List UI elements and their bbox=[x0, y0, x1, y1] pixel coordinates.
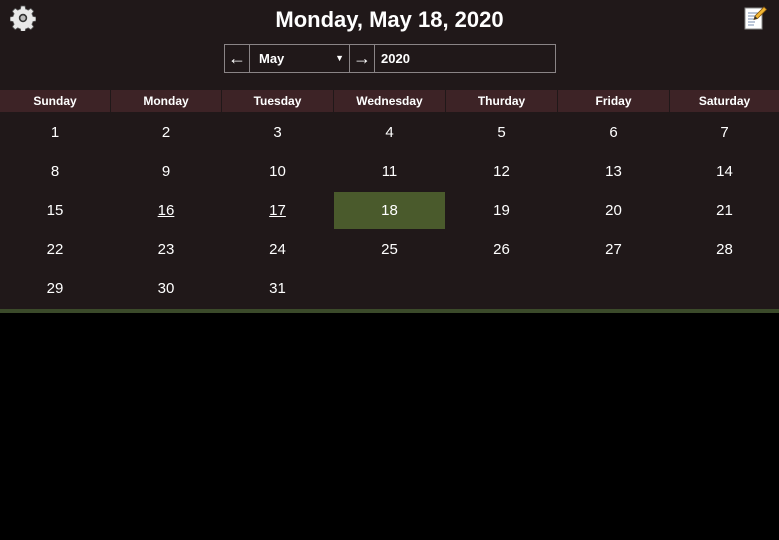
day-cell[interactable]: 19 bbox=[446, 192, 557, 229]
day-cell[interactable]: 30 bbox=[111, 270, 221, 307]
day-cell-selected[interactable]: 18 bbox=[334, 192, 445, 229]
weekday-header: Thurday bbox=[446, 90, 557, 112]
day-cell[interactable]: 6 bbox=[558, 114, 669, 151]
day-cell[interactable]: 13 bbox=[558, 153, 669, 190]
weekday-header: Wednesday bbox=[334, 90, 445, 112]
day-cell[interactable]: 15 bbox=[0, 192, 110, 229]
day-cell[interactable]: 20 bbox=[558, 192, 669, 229]
weekday-header: Tuesday bbox=[222, 90, 333, 112]
weekday-header-row: Sunday Monday Tuesday Wednesday Thurday Frida… bbox=[0, 90, 779, 112]
day-cell[interactable]: 17 bbox=[222, 192, 333, 229]
day-cell[interactable]: 7 bbox=[670, 114, 779, 151]
day-cell[interactable]: 9 bbox=[111, 153, 221, 190]
day-cell[interactable]: 2 bbox=[111, 114, 221, 151]
calendar-app: Monday, May 18, 2020 ← May ▼ → 2020 Sund… bbox=[0, 0, 779, 540]
day-cell[interactable]: 21 bbox=[670, 192, 779, 229]
month-select[interactable]: May ▼ bbox=[249, 44, 350, 73]
day-cell[interactable]: 8 bbox=[0, 153, 110, 190]
day-cell[interactable]: 12 bbox=[446, 153, 557, 190]
month-select-value: May bbox=[259, 51, 285, 66]
next-month-button[interactable]: → bbox=[349, 44, 375, 73]
day-cell[interactable]: 3 bbox=[222, 114, 333, 151]
day-cell[interactable]: 23 bbox=[111, 231, 221, 268]
year-input-value: 2020 bbox=[381, 51, 410, 66]
divider-bar bbox=[0, 309, 779, 313]
day-cell[interactable]: 4 bbox=[334, 114, 445, 151]
day-cell[interactable]: 11 bbox=[334, 153, 445, 190]
day-cell[interactable]: 22 bbox=[0, 231, 110, 268]
day-cell[interactable]: 5 bbox=[446, 114, 557, 151]
day-cell[interactable]: 24 bbox=[222, 231, 333, 268]
memo-icon[interactable] bbox=[742, 5, 768, 31]
year-input[interactable]: 2020 bbox=[374, 44, 556, 73]
prev-month-button[interactable]: ← bbox=[224, 44, 250, 73]
day-cell[interactable]: 26 bbox=[446, 231, 557, 268]
day-cell[interactable]: 29 bbox=[0, 270, 110, 307]
weekday-header: Sunday bbox=[0, 90, 110, 112]
day-cell[interactable]: 25 bbox=[334, 231, 445, 268]
selected-date-title: Monday, May 18, 2020 bbox=[275, 7, 504, 32]
day-cell[interactable]: 16 bbox=[111, 192, 221, 229]
day-cell[interactable]: 28 bbox=[670, 231, 779, 268]
day-cell[interactable]: 1 bbox=[0, 114, 110, 151]
day-cell[interactable]: 10 bbox=[222, 153, 333, 190]
day-cell[interactable]: 27 bbox=[558, 231, 669, 268]
day-cell[interactable]: 14 bbox=[670, 153, 779, 190]
weekday-header: Saturday bbox=[670, 90, 779, 112]
chevron-down-icon: ▼ bbox=[335, 53, 344, 63]
weekday-header: Monday bbox=[111, 90, 221, 112]
weekday-header: Friday bbox=[558, 90, 669, 112]
day-cell[interactable]: 31 bbox=[222, 270, 333, 307]
calendar-panel: Monday, May 18, 2020 ← May ▼ → 2020 Sund… bbox=[0, 0, 779, 310]
